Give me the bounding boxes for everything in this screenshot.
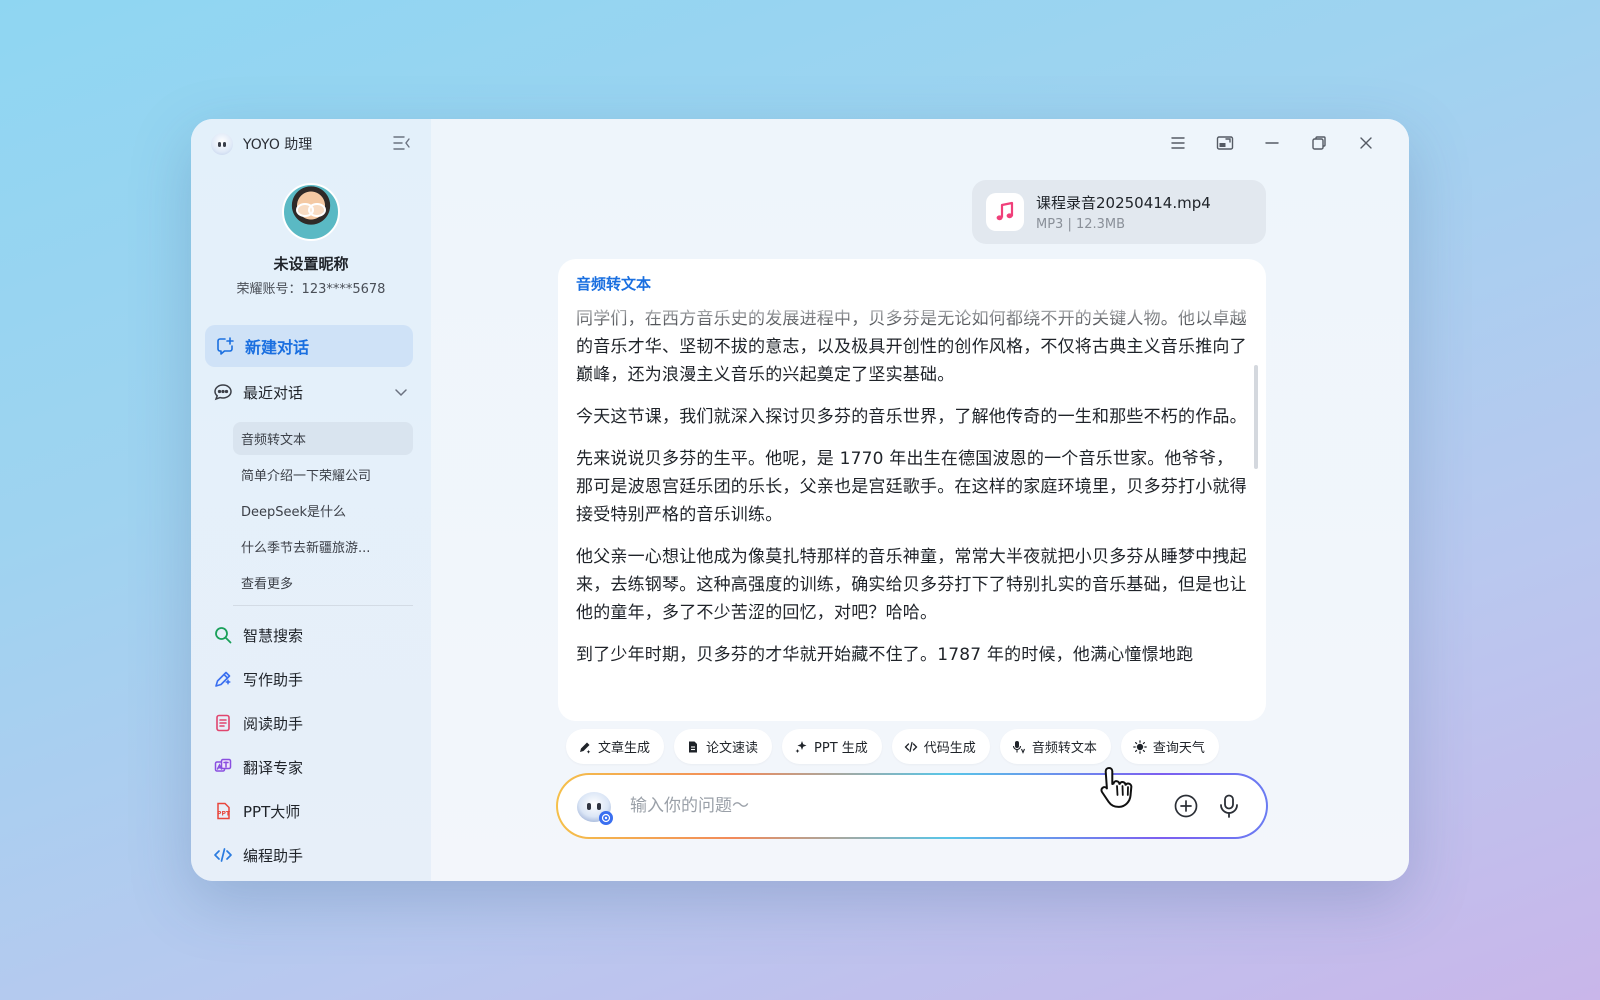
tool-smart-search[interactable]: 智慧搜索 <box>205 613 413 657</box>
add-attachment-icon[interactable] <box>1173 793 1199 819</box>
tool-label: PPT大师 <box>243 802 301 821</box>
app-title: YOYO 助理 <box>243 137 313 153</box>
message-paragraph: 到了少年时期，贝多芬的才华就开始藏不住了。1787 年的时候，他满心憧憬地跑 <box>576 645 1194 665</box>
app-window: YOYO 助理 未设置昵称 荣耀账号：123****5678 新建对话 最近对话 <box>191 119 1409 881</box>
assistant-avatar-icon <box>577 792 613 825</box>
minimize-button[interactable] <box>1260 131 1284 155</box>
tool-writing-assistant[interactable]: 写作助手 <box>205 657 413 701</box>
chip-label: 代码生成 <box>923 741 976 756</box>
chevron-down-icon[interactable] <box>393 384 409 400</box>
sparkle-icon <box>795 740 807 753</box>
attached-file-card[interactable]: 课程录音20250414.mp4 MP3 | 12.3MB <box>972 180 1266 244</box>
chip-code-generation[interactable]: 代码生成 <box>891 729 990 764</box>
recent-chat-item[interactable]: 简单介绍一下荣耀公司 <box>233 458 413 491</box>
file-name: 课程录音20250414.mp4 <box>1036 194 1211 212</box>
message-paragraph: 他父亲一心想让他成为像莫扎特那样的音乐神童，常常大半夜就把小贝多芬从睡梦中拽起来… <box>576 547 1247 623</box>
ppt-icon: PPT <box>217 802 231 820</box>
code-icon <box>214 848 232 862</box>
chip-paper-reading[interactable]: 论文速读 <box>674 729 773 764</box>
tool-reading-assistant[interactable]: 阅读助手 <box>205 701 413 745</box>
recent-chat-item[interactable]: 音频转文本 <box>233 422 413 455</box>
svg-text:PPT: PPT <box>217 811 231 818</box>
pen-icon <box>215 671 231 687</box>
mini-window-icon <box>1216 136 1234 150</box>
user-account: 荣耀账号：123****5678 <box>236 282 386 297</box>
new-chat-label: 新建对话 <box>245 338 310 357</box>
file-info: MP3 | 12.3MB <box>1036 217 1126 232</box>
chat-input-box <box>556 773 1268 839</box>
recent-chats-header[interactable]: 最近对话 <box>213 377 413 407</box>
translate-icon <box>214 758 232 772</box>
chip-weather-query[interactable]: 查询天气 <box>1120 729 1219 764</box>
tools-list: 智慧搜索 写作助手 阅读助手 翻译专家 PPT PPT大师 编程助手 <box>205 613 413 877</box>
tool-label: 写作助手 <box>243 670 304 689</box>
chip-ppt-generation[interactable]: PPT 生成 <box>782 729 882 764</box>
document-icon <box>689 741 698 752</box>
chip-label: 论文速读 <box>706 741 759 756</box>
tool-coding-assistant[interactable]: 编程助手 <box>205 833 413 877</box>
message-paragraph: 先来说说贝多芬的生平。他呢，是 1770 年出生在德国波恩的一个音乐世家。他爷爷… <box>576 449 1247 525</box>
chip-article-generation[interactable]: 文章生成 <box>566 729 665 764</box>
music-file-icon <box>986 193 1024 231</box>
collapse-sidebar-icon[interactable] <box>393 135 411 151</box>
tool-label: 翻译专家 <box>243 758 304 777</box>
menu-icon <box>1171 137 1185 149</box>
message-body: 同学们，在西方音乐史的发展进程中，贝多芬是无论如何都绕不开的关键人物。他以卓越的… <box>576 305 1248 713</box>
recent-chat-item[interactable]: 什么季节去新疆旅游... <box>233 530 413 563</box>
message-title: 音频转文本 <box>576 275 652 293</box>
chat-main: 课程录音20250414.mp4 MP3 | 12.3MB 音频转文本 同学们，… <box>431 119 1409 881</box>
chat-bubble-icon <box>214 384 232 401</box>
new-chat-icon <box>217 337 234 355</box>
app-logo-icon <box>211 133 233 155</box>
chip-label: 查询天气 <box>1152 741 1205 756</box>
chip-label: PPT 生成 <box>814 741 868 756</box>
quick-actions: 文章生成 论文速读 PPT 生成 代码生成 音频转文本 查询天气 <box>566 729 1266 765</box>
sidebar-divider <box>233 605 413 606</box>
sidebar-header: YOYO 助理 <box>211 129 411 159</box>
avatar[interactable] <box>282 183 340 241</box>
recent-chat-item[interactable]: DeepSeek是什么 <box>233 494 413 527</box>
sun-icon <box>1133 739 1147 754</box>
message-paragraph: 今天这节课，我们就深入探讨贝多芬的音乐世界，了解他传奇的一生和那些不朽的作品。 <box>576 407 1247 427</box>
minimize-icon <box>1265 142 1279 144</box>
sidebar: YOYO 助理 未设置昵称 荣耀账号：123****5678 新建对话 最近对话 <box>191 119 431 881</box>
search-icon <box>215 627 232 644</box>
new-chat-button[interactable]: 新建对话 <box>205 325 413 367</box>
message-paragraph: 同学们，在西方音乐史的发展进程中，贝多芬是无论如何都绕不开的关键人物。他以卓越的… <box>576 309 1247 385</box>
restore-icon <box>1312 136 1326 150</box>
menu-button[interactable] <box>1166 131 1190 155</box>
microphone-icon[interactable] <box>1216 793 1242 819</box>
message-scrollbar[interactable] <box>1254 365 1258 469</box>
tool-label: 编程助手 <box>243 846 304 865</box>
microphone-text-icon <box>1012 740 1025 754</box>
close-button[interactable] <box>1354 131 1378 155</box>
tool-label: 阅读助手 <box>243 714 304 733</box>
hand-cursor-icon <box>1100 767 1133 808</box>
close-icon <box>1360 137 1372 149</box>
user-profile: 未设置昵称 荣耀账号：123****5678 <box>191 183 431 297</box>
code-icon <box>904 741 918 752</box>
tool-label: 智慧搜索 <box>243 626 304 645</box>
assistant-message: 音频转文本 同学们，在西方音乐史的发展进程中，贝多芬是无论如何都绕不开的关键人物… <box>558 259 1266 721</box>
chat-input[interactable] <box>630 793 1150 819</box>
user-nickname: 未设置昵称 <box>273 255 349 273</box>
tool-ppt-master[interactable]: PPT PPT大师 <box>205 789 413 833</box>
recent-chats-label: 最近对话 <box>243 383 304 402</box>
pen-sparkle-icon <box>580 742 591 754</box>
recent-chats-list: 音频转文本 简单介绍一下荣耀公司 DeepSeek是什么 什么季节去新疆旅游..… <box>233 422 413 602</box>
chip-label: 音频转文本 <box>1031 741 1097 756</box>
chip-audio-to-text[interactable]: 音频转文本 <box>999 729 1111 764</box>
maximize-button[interactable] <box>1307 131 1331 155</box>
document-icon <box>216 714 230 732</box>
mini-window-button[interactable] <box>1213 131 1237 155</box>
chip-label: 文章生成 <box>598 741 651 756</box>
chat-input-inner <box>558 775 1266 837</box>
tool-translation-expert[interactable]: 翻译专家 <box>205 745 413 789</box>
see-more-link[interactable]: 查看更多 <box>233 566 413 599</box>
file-meta: 课程录音20250414.mp4 MP3 | 12.3MB <box>1036 192 1211 232</box>
